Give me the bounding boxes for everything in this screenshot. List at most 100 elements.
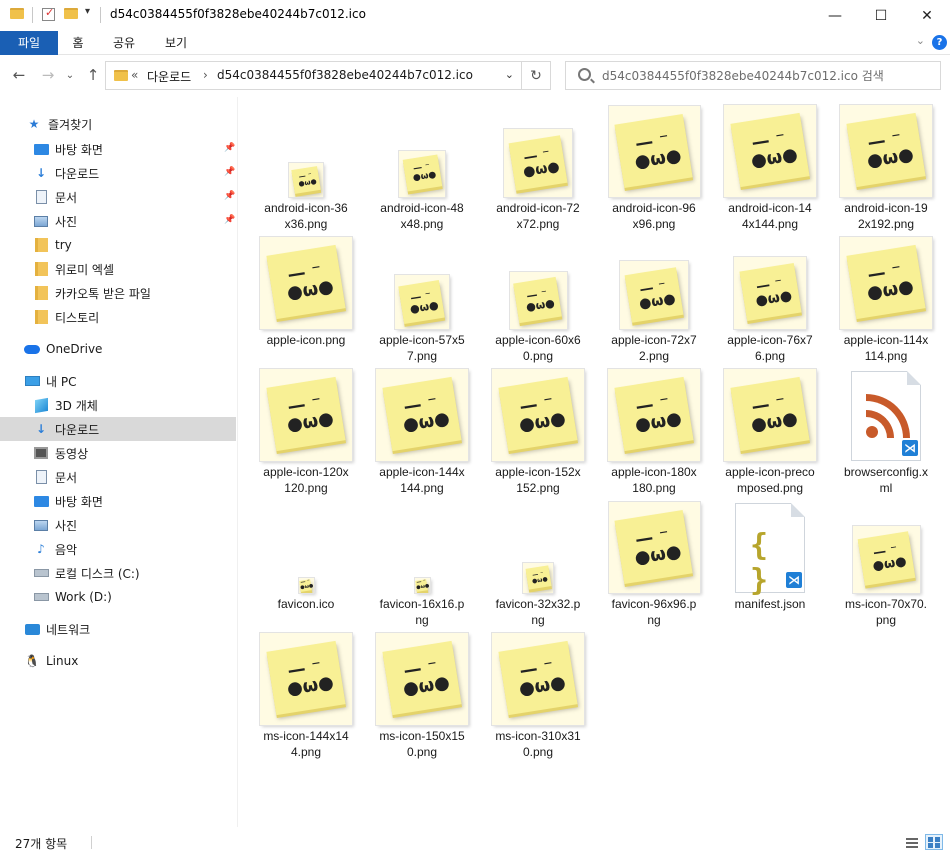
sidebar-item-this-pc[interactable]: 내 PC	[0, 369, 236, 393]
file-item[interactable]: — ⁻ ●ω● ms-icon-150x15 0.png	[364, 625, 480, 759]
sidebar-item-3d-objects[interactable]: 3D 개체	[0, 393, 236, 417]
image-thumbnail: — ⁻ ●ω●	[260, 633, 352, 725]
minimize-button[interactable]: —	[812, 0, 858, 31]
sidebar-item-label: 동영상	[55, 446, 89, 461]
file-thumbnail-area: — ⁻ ●ω●	[480, 97, 596, 197]
sidebar-item-quick-access[interactable]: ★ 즐겨찾기	[0, 112, 236, 136]
image-thumbnail: — ⁻ ●ω●	[608, 106, 700, 197]
image-thumbnail: — ⁻ ●ω●	[260, 369, 352, 461]
file-name-line: favicon-16x16.p	[379, 597, 465, 611]
file-item[interactable]: — ⁻ ●ω● favicon-96x96.p ng	[596, 493, 712, 627]
help-icon[interactable]: ?	[932, 35, 947, 50]
file-item[interactable]: — ⁻ ●ω● ms-icon-144x14 4.png	[248, 625, 364, 759]
breadcrumb-current-folder[interactable]: d54c0384455f0f3828ebe40244b7c012.ico	[217, 68, 473, 82]
file-thumbnail-area: — ⁻ ●ω●	[248, 97, 364, 197]
expand-ribbon-icon[interactable]: ⌄	[916, 34, 925, 47]
refresh-button[interactable]: ↻	[522, 61, 551, 90]
breadcrumb-downloads[interactable]: 다운로드	[147, 68, 191, 85]
close-button[interactable]: ✕	[904, 0, 950, 31]
breadcrumb-overflow[interactable]: «	[131, 68, 138, 82]
sidebar-item-network[interactable]: 네트워크	[0, 617, 236, 641]
recent-locations-button[interactable]: ⌄	[63, 64, 77, 86]
file-item[interactable]: — ⁻ ●ω● apple-icon-preco mposed.png	[712, 361, 828, 495]
sidebar-item-pc-downloads[interactable]: ↓ 다운로드	[0, 417, 236, 441]
pin-icon: 📌	[224, 215, 236, 225]
file-item[interactable]: — ⁻ ●ω● apple-icon-120x 120.png	[248, 361, 364, 495]
sidebar-item-pc-documents[interactable]: 문서	[0, 465, 236, 489]
quick-access-folder-icon[interactable]	[10, 8, 24, 19]
sidebar-item-try[interactable]: try	[0, 233, 236, 257]
search-box[interactable]	[565, 61, 941, 90]
file-item[interactable]: — ⁻ ●ω● android-icon-72 x72.png	[480, 97, 596, 231]
file-item[interactable]: — ⁻ ●ω● android-icon-48 x48.png	[364, 97, 480, 231]
sidebar-item-documents[interactable]: 문서 📌	[0, 185, 236, 209]
sidebar-item-onedrive[interactable]: OneDrive	[0, 337, 236, 361]
file-item[interactable]: — ⁻ ●ω● ms-icon-310x31 0.png	[480, 625, 596, 759]
sidebar-item-drive-d[interactable]: Work (D:)	[0, 585, 236, 609]
file-item[interactable]: — ⁻ ●ω● apple-icon-180x 180.png	[596, 361, 712, 495]
sticky-note-face-icon: — ⁻ ●ω●	[266, 640, 346, 716]
file-item[interactable]: — ⁻ ●ω● android-icon-96 x96.png	[596, 97, 712, 231]
file-item[interactable]: — ⁻ ●ω● android-icon-36 x36.png	[248, 97, 364, 231]
customize-toolbar-icon[interactable]: ▾	[85, 6, 90, 17]
details-view-button[interactable]	[903, 834, 921, 850]
sidebar-item-desktop[interactable]: 바탕 화면 📌	[0, 137, 236, 161]
file-item[interactable]: — ⁻ ●ω● apple-icon-57x5 7.png	[364, 229, 480, 363]
file-item[interactable]: { } ⋊ manifest.json	[712, 493, 828, 625]
properties-icon[interactable]: ✓	[42, 6, 55, 21]
tab-view[interactable]: 보기	[156, 31, 196, 55]
file-name-label: favicon-32x32.p ng	[480, 596, 596, 628]
file-item[interactable]: — ⁻ ●ω● apple-icon-114x 114.png	[828, 229, 944, 363]
folder-icon	[33, 310, 49, 324]
file-item[interactable]: — ⁻ ●ω● apple-icon.png	[248, 229, 364, 361]
sidebar-item-pc-desktop[interactable]: 바탕 화면	[0, 489, 236, 513]
file-item[interactable]: — ⁻ ●ω● apple-icon-72x7 2.png	[596, 229, 712, 363]
file-item[interactable]: — ⁻ ●ω● ms-icon-70x70. png	[828, 493, 944, 627]
file-item[interactable]: — ⁻ ●ω● apple-icon-60x6 0.png	[480, 229, 596, 363]
file-name-line: apple-icon.png	[266, 333, 346, 347]
image-thumbnail: — ⁻ ●ω●	[376, 369, 468, 461]
sidebar-item-excel[interactable]: 위로미 엑셀	[0, 257, 236, 281]
sidebar-item-linux[interactable]: 🐧 Linux	[0, 649, 236, 673]
sticky-note-face-icon: — ⁻ ●ω●	[739, 263, 801, 322]
sidebar-item-drive-c[interactable]: 로컬 디스크 (C:)	[0, 561, 236, 585]
file-item[interactable]: ⋊ browserconfig.x ml	[828, 361, 944, 495]
sidebar-item-downloads[interactable]: ↓ 다운로드 📌	[0, 161, 236, 185]
sidebar-item-pc-pictures[interactable]: 사진	[0, 513, 236, 537]
file-item[interactable]: — ⁻ ●ω● apple-icon-76x7 6.png	[712, 229, 828, 363]
file-name-line: png	[875, 613, 897, 627]
file-item[interactable]: — ⁻ ●ω● android-icon-14 4x144.png	[712, 97, 828, 231]
address-dropdown-icon[interactable]: ⌄	[505, 68, 514, 81]
file-name-label: manifest.json	[712, 596, 828, 612]
tab-file[interactable]: 파일	[0, 31, 58, 55]
forward-button[interactable]: →	[37, 64, 59, 86]
sidebar-item-music[interactable]: ♪ 음악	[0, 537, 236, 561]
up-button[interactable]: ↑	[82, 64, 104, 86]
file-item[interactable]: — ⁻ ●ω● apple-icon-144x 144.png	[364, 361, 480, 495]
new-folder-icon[interactable]	[64, 8, 78, 19]
sidebar-item-label: 티스토리	[55, 310, 100, 325]
file-item[interactable]: — ⁻ ●ω● favicon.ico	[248, 493, 364, 625]
sticky-note-face-icon: — ⁻ ●ω●	[525, 565, 551, 590]
file-item[interactable]: — ⁻ ●ω● apple-icon-152x 152.png	[480, 361, 596, 495]
address-bar[interactable]: « 다운로드 › d54c0384455f0f3828ebe40244b7c01…	[105, 61, 522, 90]
file-name-line: apple-icon-76x7	[727, 333, 813, 347]
file-name-line: apple-icon-144x	[379, 465, 465, 479]
sidebar-item-pictures[interactable]: 사진 📌	[0, 209, 236, 233]
image-thumbnail: — ⁻ ●ω●	[289, 163, 323, 197]
sidebar-item-label: 음악	[55, 542, 78, 557]
sticky-note-face-icon: — ⁻ ●ω●	[513, 276, 563, 324]
tab-home[interactable]: 홈	[62, 31, 94, 55]
file-item[interactable]: — ⁻ ●ω● favicon-32x32.p ng	[480, 493, 596, 628]
file-item[interactable]: — ⁻ ●ω● favicon-16x16.p ng	[364, 493, 480, 627]
search-input[interactable]	[602, 67, 932, 85]
maximize-button[interactable]: ☐	[858, 0, 904, 31]
tab-share[interactable]: 공유	[104, 31, 144, 55]
back-button[interactable]: ←	[8, 64, 30, 86]
large-icons-view-button[interactable]	[925, 834, 943, 850]
sidebar-item-tistory[interactable]: 티스토리	[0, 305, 236, 329]
sidebar-item-kakaotalk[interactable]: 카카오톡 받은 파일	[0, 281, 236, 305]
file-thumbnail-area: — ⁻ ●ω●	[828, 97, 944, 197]
sidebar-item-videos[interactable]: 동영상	[0, 441, 236, 465]
file-item[interactable]: — ⁻ ●ω● android-icon-19 2x192.png	[828, 97, 944, 231]
